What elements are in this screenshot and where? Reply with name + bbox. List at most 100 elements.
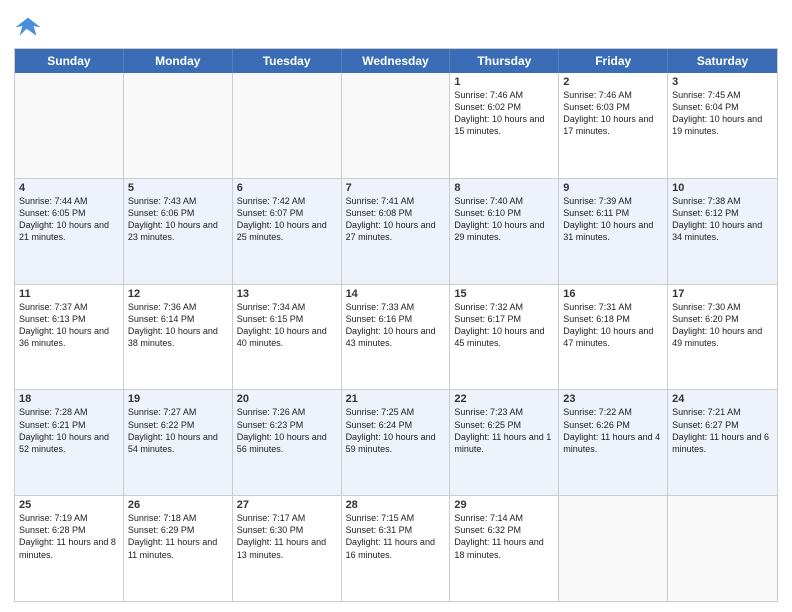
cell-text: Sunrise: 7:32 AM Sunset: 6:17 PM Dayligh…: [454, 301, 554, 350]
day-number: 23: [563, 393, 663, 405]
day-number: 22: [454, 393, 554, 405]
header-day-wednesday: Wednesday: [342, 49, 451, 73]
cell-text: Sunrise: 7:36 AM Sunset: 6:14 PM Dayligh…: [128, 301, 228, 350]
day-number: 9: [563, 182, 663, 194]
cell-text: Sunrise: 7:45 AM Sunset: 6:04 PM Dayligh…: [672, 89, 773, 138]
cell-text: Sunrise: 7:14 AM Sunset: 6:32 PM Dayligh…: [454, 512, 554, 561]
cell-text: Sunrise: 7:39 AM Sunset: 6:11 PM Dayligh…: [563, 195, 663, 244]
header-day-tuesday: Tuesday: [233, 49, 342, 73]
cell-text: Sunrise: 7:27 AM Sunset: 6:22 PM Dayligh…: [128, 406, 228, 455]
page: SundayMondayTuesdayWednesdayThursdayFrid…: [0, 0, 792, 612]
header-day-friday: Friday: [559, 49, 668, 73]
day-number: 8: [454, 182, 554, 194]
day-number: 4: [19, 182, 119, 194]
calendar-cell-4-2: 27Sunrise: 7:17 AM Sunset: 6:30 PM Dayli…: [233, 496, 342, 601]
calendar-row-4: 25Sunrise: 7:19 AM Sunset: 6:28 PM Dayli…: [15, 496, 777, 601]
calendar-cell-2-5: 16Sunrise: 7:31 AM Sunset: 6:18 PM Dayli…: [559, 285, 668, 390]
day-number: 27: [237, 499, 337, 511]
cell-text: Sunrise: 7:31 AM Sunset: 6:18 PM Dayligh…: [563, 301, 663, 350]
logo: [14, 12, 46, 40]
header-day-saturday: Saturday: [668, 49, 777, 73]
day-number: 20: [237, 393, 337, 405]
cell-text: Sunrise: 7:26 AM Sunset: 6:23 PM Dayligh…: [237, 406, 337, 455]
day-number: 15: [454, 288, 554, 300]
calendar-cell-3-0: 18Sunrise: 7:28 AM Sunset: 6:21 PM Dayli…: [15, 390, 124, 495]
calendar-cell-0-0: [15, 73, 124, 178]
calendar-cell-1-3: 7Sunrise: 7:41 AM Sunset: 6:08 PM Daylig…: [342, 179, 451, 284]
cell-text: Sunrise: 7:22 AM Sunset: 6:26 PM Dayligh…: [563, 406, 663, 455]
day-number: 5: [128, 182, 228, 194]
calendar-row-3: 18Sunrise: 7:28 AM Sunset: 6:21 PM Dayli…: [15, 390, 777, 496]
calendar-cell-2-6: 17Sunrise: 7:30 AM Sunset: 6:20 PM Dayli…: [668, 285, 777, 390]
day-number: 14: [346, 288, 446, 300]
day-number: 29: [454, 499, 554, 511]
calendar: SundayMondayTuesdayWednesdayThursdayFrid…: [14, 48, 778, 602]
calendar-cell-1-0: 4Sunrise: 7:44 AM Sunset: 6:05 PM Daylig…: [15, 179, 124, 284]
cell-text: Sunrise: 7:46 AM Sunset: 6:02 PM Dayligh…: [454, 89, 554, 138]
cell-text: Sunrise: 7:18 AM Sunset: 6:29 PM Dayligh…: [128, 512, 228, 561]
calendar-cell-3-6: 24Sunrise: 7:21 AM Sunset: 6:27 PM Dayli…: [668, 390, 777, 495]
day-number: 19: [128, 393, 228, 405]
cell-text: Sunrise: 7:21 AM Sunset: 6:27 PM Dayligh…: [672, 406, 773, 455]
day-number: 26: [128, 499, 228, 511]
cell-text: Sunrise: 7:28 AM Sunset: 6:21 PM Dayligh…: [19, 406, 119, 455]
calendar-cell-3-1: 19Sunrise: 7:27 AM Sunset: 6:22 PM Dayli…: [124, 390, 233, 495]
cell-text: Sunrise: 7:40 AM Sunset: 6:10 PM Dayligh…: [454, 195, 554, 244]
calendar-cell-0-6: 3Sunrise: 7:45 AM Sunset: 6:04 PM Daylig…: [668, 73, 777, 178]
day-number: 7: [346, 182, 446, 194]
calendar-cell-4-3: 28Sunrise: 7:15 AM Sunset: 6:31 PM Dayli…: [342, 496, 451, 601]
calendar-cell-4-6: [668, 496, 777, 601]
cell-text: Sunrise: 7:43 AM Sunset: 6:06 PM Dayligh…: [128, 195, 228, 244]
calendar-cell-0-2: [233, 73, 342, 178]
day-number: 25: [19, 499, 119, 511]
cell-text: Sunrise: 7:15 AM Sunset: 6:31 PM Dayligh…: [346, 512, 446, 561]
cell-text: Sunrise: 7:30 AM Sunset: 6:20 PM Dayligh…: [672, 301, 773, 350]
calendar-cell-4-5: [559, 496, 668, 601]
day-number: 21: [346, 393, 446, 405]
calendar-cell-4-0: 25Sunrise: 7:19 AM Sunset: 6:28 PM Dayli…: [15, 496, 124, 601]
calendar-header: SundayMondayTuesdayWednesdayThursdayFrid…: [15, 49, 777, 73]
calendar-cell-4-1: 26Sunrise: 7:18 AM Sunset: 6:29 PM Dayli…: [124, 496, 233, 601]
calendar-cell-0-3: [342, 73, 451, 178]
cell-text: Sunrise: 7:42 AM Sunset: 6:07 PM Dayligh…: [237, 195, 337, 244]
cell-text: Sunrise: 7:44 AM Sunset: 6:05 PM Dayligh…: [19, 195, 119, 244]
cell-text: Sunrise: 7:23 AM Sunset: 6:25 PM Dayligh…: [454, 406, 554, 455]
header-day-thursday: Thursday: [450, 49, 559, 73]
calendar-cell-0-1: [124, 73, 233, 178]
day-number: 2: [563, 76, 663, 88]
day-number: 28: [346, 499, 446, 511]
day-number: 24: [672, 393, 773, 405]
calendar-cell-0-5: 2Sunrise: 7:46 AM Sunset: 6:03 PM Daylig…: [559, 73, 668, 178]
day-number: 3: [672, 76, 773, 88]
calendar-cell-2-1: 12Sunrise: 7:36 AM Sunset: 6:14 PM Dayli…: [124, 285, 233, 390]
day-number: 1: [454, 76, 554, 88]
day-number: 18: [19, 393, 119, 405]
cell-text: Sunrise: 7:38 AM Sunset: 6:12 PM Dayligh…: [672, 195, 773, 244]
calendar-cell-2-0: 11Sunrise: 7:37 AM Sunset: 6:13 PM Dayli…: [15, 285, 124, 390]
calendar-cell-3-4: 22Sunrise: 7:23 AM Sunset: 6:25 PM Dayli…: [450, 390, 559, 495]
calendar-cell-2-2: 13Sunrise: 7:34 AM Sunset: 6:15 PM Dayli…: [233, 285, 342, 390]
calendar-row-1: 4Sunrise: 7:44 AM Sunset: 6:05 PM Daylig…: [15, 179, 777, 285]
cell-text: Sunrise: 7:19 AM Sunset: 6:28 PM Dayligh…: [19, 512, 119, 561]
header-day-sunday: Sunday: [15, 49, 124, 73]
calendar-cell-3-5: 23Sunrise: 7:22 AM Sunset: 6:26 PM Dayli…: [559, 390, 668, 495]
logo-bird-icon: [14, 12, 42, 40]
calendar-cell-3-3: 21Sunrise: 7:25 AM Sunset: 6:24 PM Dayli…: [342, 390, 451, 495]
day-number: 6: [237, 182, 337, 194]
calendar-body: 1Sunrise: 7:46 AM Sunset: 6:02 PM Daylig…: [15, 73, 777, 601]
cell-text: Sunrise: 7:25 AM Sunset: 6:24 PM Dayligh…: [346, 406, 446, 455]
day-number: 16: [563, 288, 663, 300]
cell-text: Sunrise: 7:41 AM Sunset: 6:08 PM Dayligh…: [346, 195, 446, 244]
day-number: 12: [128, 288, 228, 300]
header: [14, 12, 778, 40]
cell-text: Sunrise: 7:34 AM Sunset: 6:15 PM Dayligh…: [237, 301, 337, 350]
cell-text: Sunrise: 7:46 AM Sunset: 6:03 PM Dayligh…: [563, 89, 663, 138]
day-number: 11: [19, 288, 119, 300]
calendar-cell-2-3: 14Sunrise: 7:33 AM Sunset: 6:16 PM Dayli…: [342, 285, 451, 390]
cell-text: Sunrise: 7:33 AM Sunset: 6:16 PM Dayligh…: [346, 301, 446, 350]
cell-text: Sunrise: 7:37 AM Sunset: 6:13 PM Dayligh…: [19, 301, 119, 350]
calendar-row-0: 1Sunrise: 7:46 AM Sunset: 6:02 PM Daylig…: [15, 73, 777, 179]
calendar-cell-1-5: 9Sunrise: 7:39 AM Sunset: 6:11 PM Daylig…: [559, 179, 668, 284]
header-day-monday: Monday: [124, 49, 233, 73]
day-number: 13: [237, 288, 337, 300]
